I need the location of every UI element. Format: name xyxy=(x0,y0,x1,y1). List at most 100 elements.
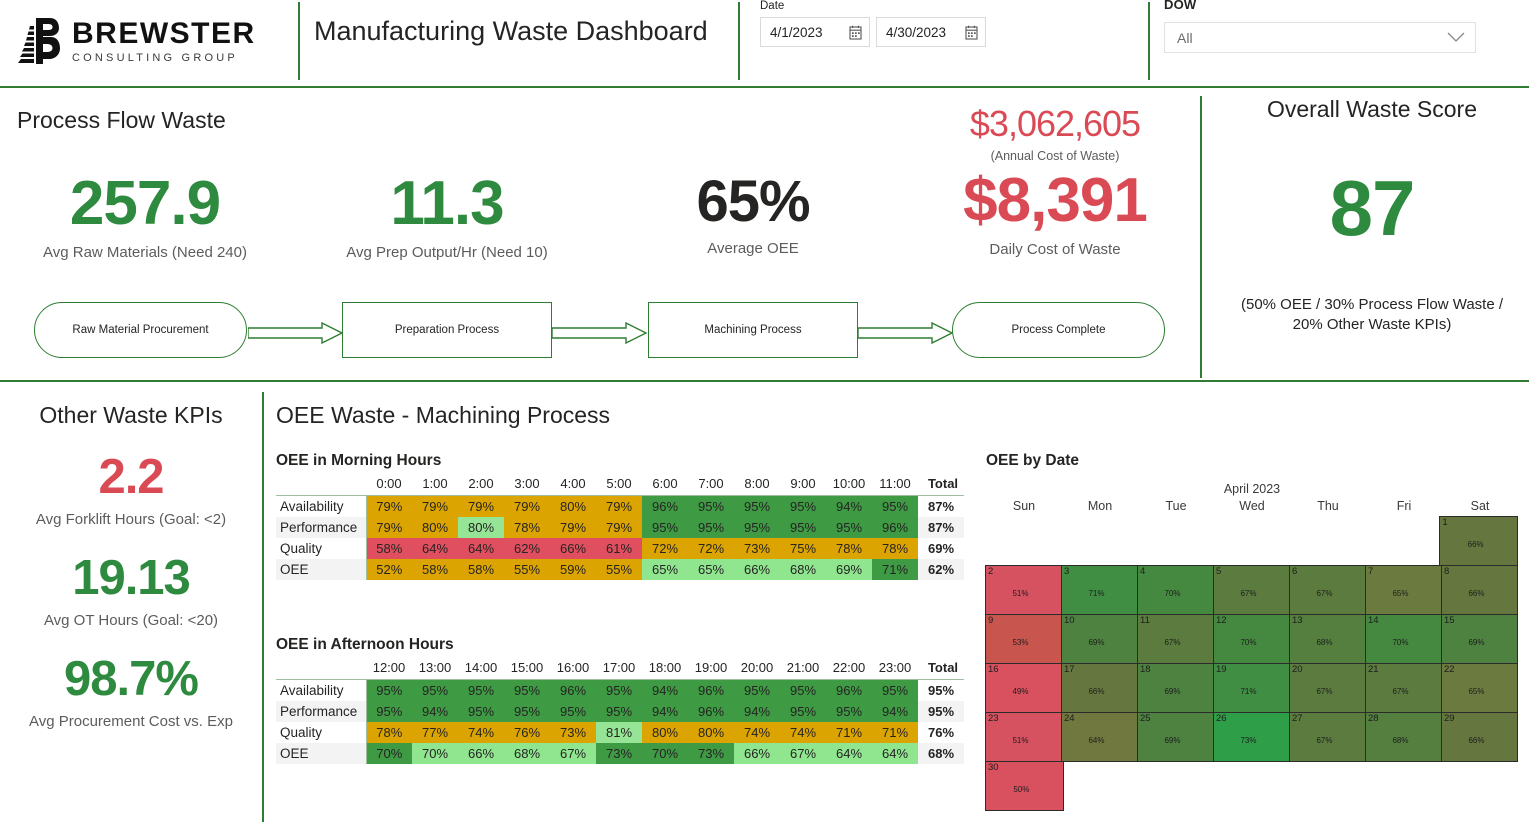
heatmap-cell[interactable]: 95% xyxy=(366,701,412,722)
calendar-day-cell[interactable]: 1470% xyxy=(1365,614,1442,664)
heatmap-cell[interactable]: 94% xyxy=(734,701,780,722)
calendar-day-cell[interactable]: 1766% xyxy=(1061,663,1138,713)
calendar-day-cell[interactable]: 3050% xyxy=(985,761,1064,811)
heatmap-cell[interactable]: 96% xyxy=(872,517,918,538)
calendar-day-cell[interactable]: 2673% xyxy=(1213,712,1290,762)
heatmap-cell[interactable]: 76% xyxy=(504,722,550,743)
calendar-day-cell[interactable]: 2167% xyxy=(1365,663,1442,713)
heatmap-cell[interactable]: 95% xyxy=(412,680,458,702)
calendar-day-cell[interactable]: 1167% xyxy=(1137,614,1214,664)
heatmap-cell[interactable]: 73% xyxy=(596,743,642,764)
heatmap-cell[interactable]: 96% xyxy=(826,680,872,702)
heatmap-cell[interactable]: 95% xyxy=(596,680,642,702)
heatmap-cell[interactable]: 58% xyxy=(458,559,504,580)
calendar-day-cell[interactable]: 1368% xyxy=(1289,614,1366,664)
heatmap-cell[interactable]: 95% xyxy=(734,496,780,518)
calendar-day-cell[interactable]: 2067% xyxy=(1289,663,1366,713)
heatmap-cell[interactable]: 66% xyxy=(458,743,504,764)
heatmap-cell[interactable]: 95% xyxy=(504,701,550,722)
heatmap-cell[interactable]: 79% xyxy=(366,496,412,518)
heatmap-cell[interactable]: 94% xyxy=(412,701,458,722)
calendar-day-cell[interactable]: 866% xyxy=(1441,565,1518,615)
heatmap-cell[interactable]: 81% xyxy=(596,722,642,743)
heatmap-cell[interactable]: 95% xyxy=(688,517,734,538)
heatmap-cell[interactable]: 95% xyxy=(642,517,688,538)
heatmap-cell[interactable]: 96% xyxy=(688,701,734,722)
heatmap-cell[interactable]: 95% xyxy=(780,701,826,722)
heatmap-cell[interactable]: 73% xyxy=(688,743,734,764)
heatmap-cell[interactable]: 70% xyxy=(642,743,688,764)
calendar-day-cell[interactable]: 2464% xyxy=(1061,712,1138,762)
calendar-day-cell[interactable]: 667% xyxy=(1289,565,1366,615)
heatmap-cell[interactable]: 68% xyxy=(780,559,826,580)
heatmap-cell[interactable]: 64% xyxy=(826,743,872,764)
heatmap-cell[interactable]: 79% xyxy=(366,517,412,538)
heatmap-cell[interactable]: 62% xyxy=(504,538,550,559)
heatmap-cell[interactable]: 96% xyxy=(550,680,596,702)
heatmap-cell[interactable]: 68% xyxy=(504,743,550,764)
calendar-day-cell[interactable]: 1569% xyxy=(1441,614,1518,664)
heatmap-cell[interactable]: 64% xyxy=(872,743,918,764)
chevron-down-icon[interactable] xyxy=(1447,32,1465,43)
heatmap-cell[interactable]: 95% xyxy=(550,701,596,722)
heatmap-cell[interactable]: 71% xyxy=(826,722,872,743)
heatmap-cell[interactable]: 95% xyxy=(458,701,504,722)
heatmap-cell[interactable]: 79% xyxy=(458,496,504,518)
calendar-day-cell[interactable]: 2265% xyxy=(1441,663,1518,713)
heatmap-cell[interactable]: 71% xyxy=(872,722,918,743)
heatmap-cell[interactable]: 64% xyxy=(412,538,458,559)
heatmap-cell[interactable]: 59% xyxy=(550,559,596,580)
heatmap-cell[interactable]: 77% xyxy=(412,722,458,743)
heatmap-cell[interactable]: 95% xyxy=(366,680,412,702)
calendar-day-cell[interactable]: 2868% xyxy=(1365,712,1442,762)
heatmap-cell[interactable]: 55% xyxy=(596,559,642,580)
heatmap-cell[interactable]: 67% xyxy=(780,743,826,764)
heatmap-cell[interactable]: 74% xyxy=(780,722,826,743)
heatmap-cell[interactable]: 66% xyxy=(734,743,780,764)
heatmap-cell[interactable]: 73% xyxy=(550,722,596,743)
heatmap-cell[interactable]: 64% xyxy=(458,538,504,559)
flow-node-raw-material-procurement[interactable]: Raw Material Procurement xyxy=(34,302,247,358)
heatmap-cell[interactable]: 94% xyxy=(826,496,872,518)
heatmap-cell[interactable]: 95% xyxy=(504,680,550,702)
calendar-day-cell[interactable]: 1270% xyxy=(1213,614,1290,664)
heatmap-cell[interactable]: 95% xyxy=(734,517,780,538)
calendar-day-cell[interactable]: 1069% xyxy=(1061,614,1138,664)
heatmap-cell[interactable]: 79% xyxy=(596,496,642,518)
calendar-day-cell[interactable]: 2767% xyxy=(1289,712,1366,762)
heatmap-cell[interactable]: 79% xyxy=(412,496,458,518)
heatmap-cell[interactable]: 61% xyxy=(596,538,642,559)
heatmap-cell[interactable]: 95% xyxy=(826,517,872,538)
calendar-day-cell[interactable]: 567% xyxy=(1213,565,1290,615)
heatmap-cell[interactable]: 95% xyxy=(872,496,918,518)
date-start-input[interactable]: 4/1/2023 xyxy=(760,17,870,47)
flow-node-preparation-process[interactable]: Preparation Process xyxy=(342,302,552,358)
heatmap-cell[interactable]: 74% xyxy=(734,722,780,743)
heatmap-cell[interactable]: 94% xyxy=(642,680,688,702)
heatmap-cell[interactable]: 80% xyxy=(412,517,458,538)
heatmap-cell[interactable]: 79% xyxy=(550,517,596,538)
heatmap-cell[interactable]: 95% xyxy=(872,680,918,702)
heatmap-cell[interactable]: 95% xyxy=(826,701,872,722)
heatmap-cell[interactable]: 52% xyxy=(366,559,412,580)
heatmap-cell[interactable]: 95% xyxy=(458,680,504,702)
flow-node-machining-process[interactable]: Machining Process xyxy=(648,302,858,358)
heatmap-cell[interactable]: 70% xyxy=(366,743,412,764)
heatmap-cell[interactable]: 95% xyxy=(688,496,734,518)
flow-node-process-complete[interactable]: Process Complete xyxy=(952,302,1165,358)
calendar-day-cell[interactable]: 2569% xyxy=(1137,712,1214,762)
heatmap-cell[interactable]: 78% xyxy=(366,722,412,743)
heatmap-cell[interactable]: 96% xyxy=(642,496,688,518)
heatmap-cell[interactable]: 78% xyxy=(872,538,918,559)
heatmap-cell[interactable]: 80% xyxy=(642,722,688,743)
heatmap-cell[interactable]: 71% xyxy=(872,559,918,580)
heatmap-cell[interactable]: 79% xyxy=(504,496,550,518)
heatmap-cell[interactable]: 74% xyxy=(458,722,504,743)
heatmap-cell[interactable]: 58% xyxy=(366,538,412,559)
heatmap-cell[interactable]: 69% xyxy=(826,559,872,580)
heatmap-cell[interactable]: 65% xyxy=(642,559,688,580)
heatmap-cell[interactable]: 79% xyxy=(596,517,642,538)
heatmap-cell[interactable]: 75% xyxy=(780,538,826,559)
heatmap-cell[interactable]: 80% xyxy=(458,517,504,538)
heatmap-cell[interactable]: 80% xyxy=(688,722,734,743)
